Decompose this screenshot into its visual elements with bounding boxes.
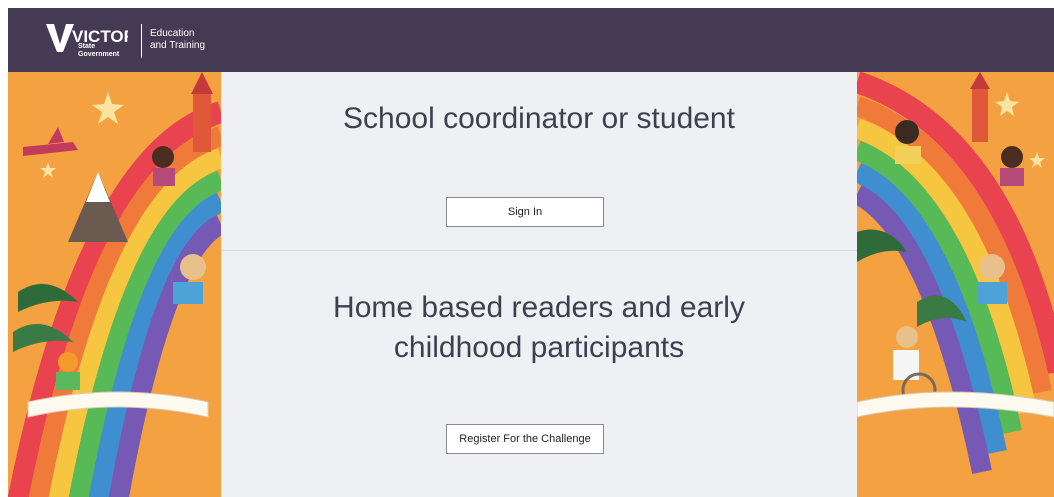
right-rainbow-illustration	[857, 72, 1054, 497]
main-content: School coordinator or student Sign In Ho…	[221, 72, 857, 497]
victoria-government-logo[interactable]: VICTORIA State Government Education and …	[46, 14, 216, 66]
register-challenge-button[interactable]: Register For the Challenge	[446, 424, 604, 454]
logo-sub-state: State	[78, 43, 96, 50]
logo-divider	[141, 24, 142, 58]
page: VICTORIA State Government Education and …	[8, 8, 1054, 497]
home-readers-heading: Home based readers and early childhood p…	[221, 288, 857, 368]
logo-sub-government: Government	[78, 51, 120, 58]
left-rainbow-illustration	[8, 72, 221, 497]
department-name-line2: and Training	[150, 40, 206, 51]
department-name-line1: Education	[150, 28, 195, 39]
site-header: VICTORIA State Government Education and …	[8, 8, 1054, 72]
sign-in-button[interactable]: Sign In	[446, 197, 604, 227]
school-coordinator-heading: School coordinator or student	[343, 102, 735, 135]
section-divider	[221, 250, 857, 251]
home-readers-heading-text: Home based readers and early childhood p…	[333, 291, 745, 364]
